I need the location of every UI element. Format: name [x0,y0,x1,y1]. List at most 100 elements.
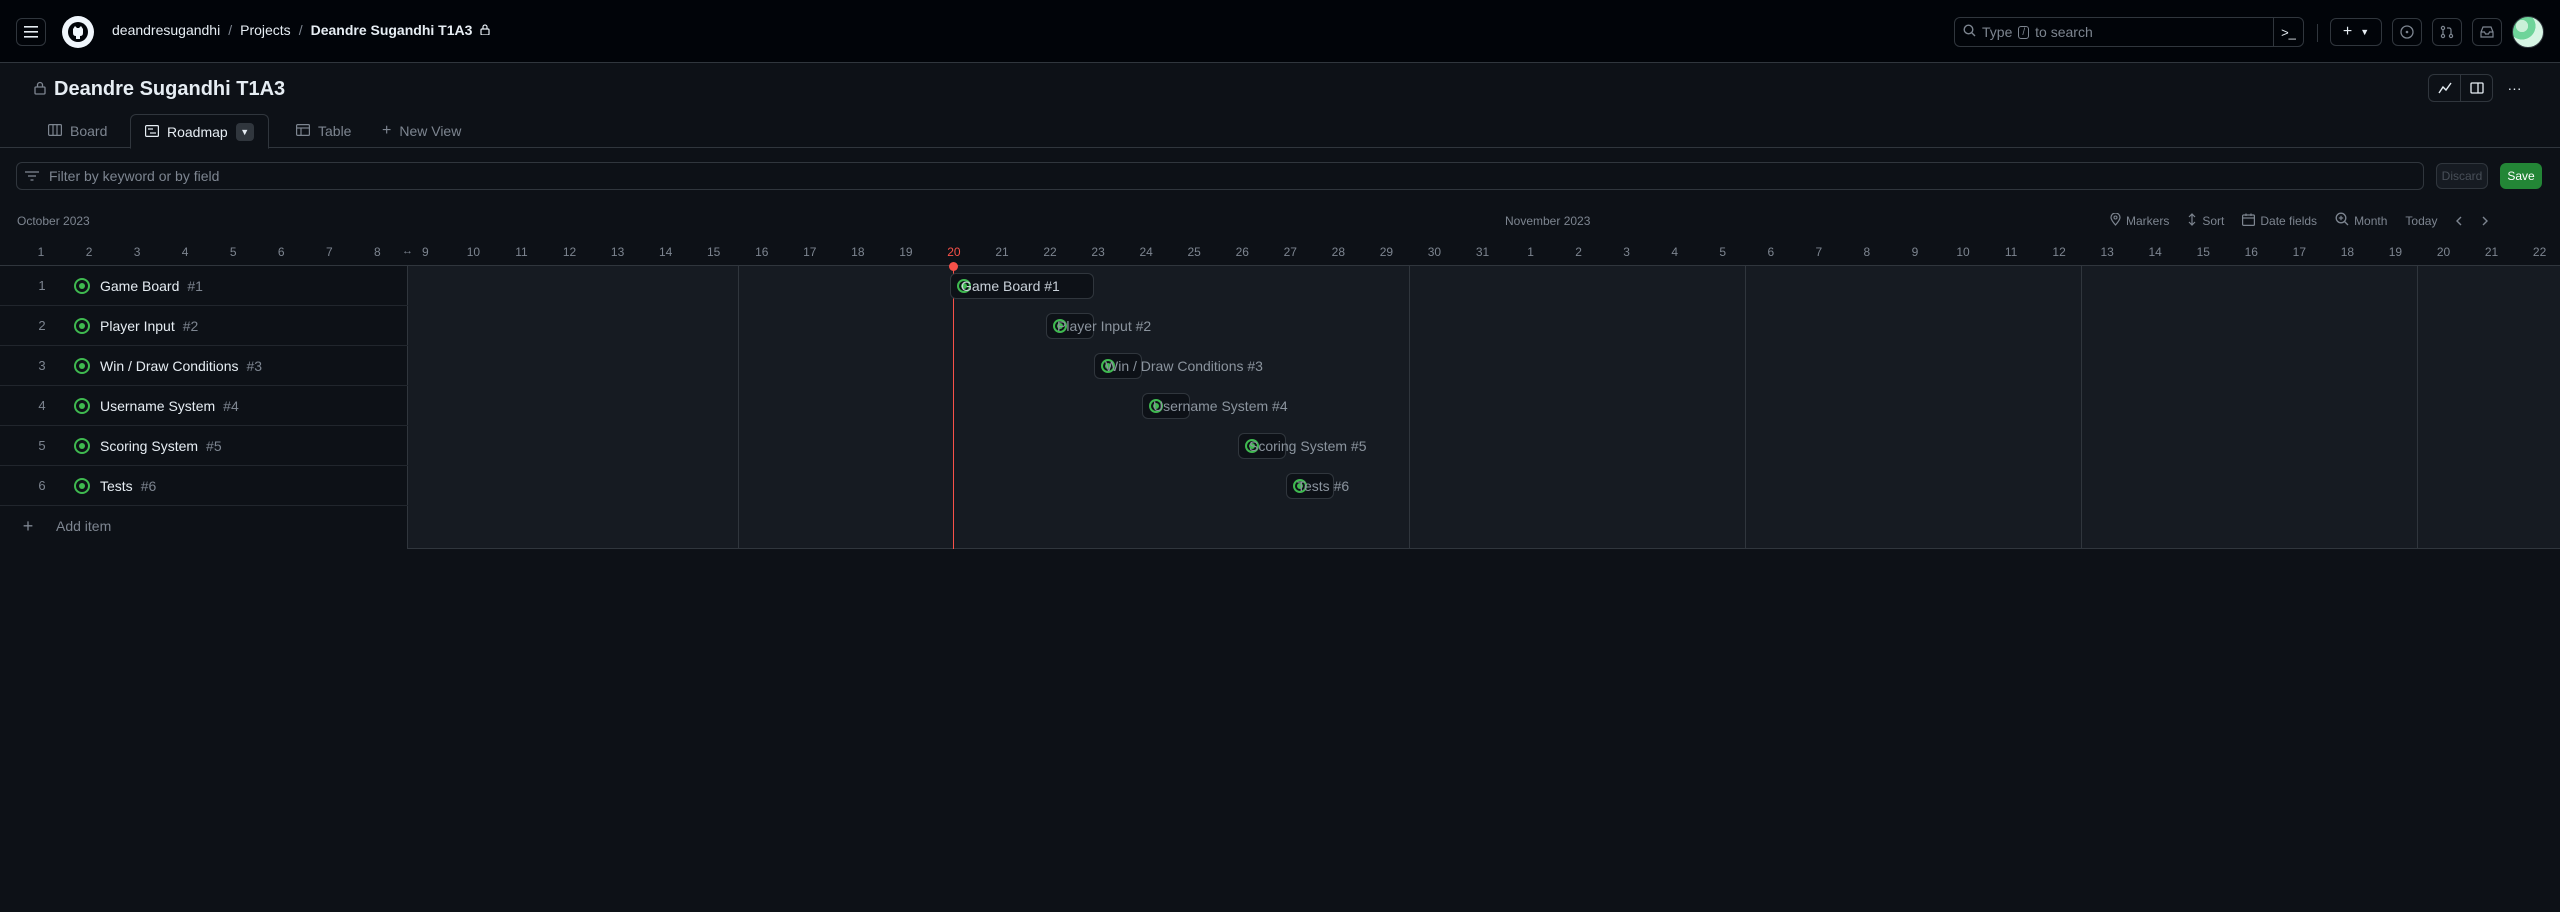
month-separator [1745,266,1746,549]
search-icon [1963,24,1976,40]
zoom-icon [2335,212,2349,229]
resize-handle-icon[interactable]: ↔ [402,245,413,257]
day-label: 13 [2100,245,2114,259]
menu-icon[interactable] [16,18,46,46]
breadcrumb-projects[interactable]: Projects [240,22,291,38]
today-button[interactable]: Today [2405,214,2437,228]
day-label: 22 [2532,245,2547,259]
day-label: 25 [1187,245,1201,259]
more-options-icon[interactable]: ··· [2498,74,2531,102]
list-item[interactable]: 1 Game Board #1 [0,266,408,306]
day-label: 15 [2196,245,2210,259]
markers-label: Markers [2126,213,2170,228]
open-issue-icon [74,477,90,494]
month-label-november: November 2023 [1505,214,1591,228]
discard-button[interactable]: Discard [2436,163,2488,189]
pull-requests-icon[interactable] [2432,18,2462,46]
day-label: 26 [1235,245,1249,259]
item-title[interactable]: Tests [100,478,133,494]
month-separator [738,266,739,549]
inbox-icon[interactable] [2472,18,2502,46]
item-title[interactable]: Win / Draw Conditions [100,358,239,374]
insights-icon[interactable] [2428,74,2461,102]
breadcrumb-owner[interactable]: deandresugandhi [112,22,220,38]
search-input[interactable]: Type / to search >_ [1954,17,2304,47]
roadmap-bar-label: Scoring System #5 [1249,438,1367,454]
item-title[interactable]: Scoring System [100,438,198,454]
tab-new-view[interactable]: + New View [368,114,475,148]
day-label: 24 [1139,245,1153,259]
zoom-month-button[interactable]: Month [2335,212,2387,229]
day-label: 18 [2340,245,2355,259]
avatar[interactable] [2512,16,2544,48]
github-logo-icon[interactable] [62,16,94,48]
breadcrumb-separator: / [298,22,303,38]
day-label: 19 [899,245,913,259]
item-reference: #6 [140,477,157,494]
side-panel-icon[interactable] [2460,74,2493,102]
command-palette-icon[interactable]: >_ [2273,17,2303,47]
item-title[interactable]: Game Board [100,278,179,294]
filter-input[interactable]: Filter by keyword or by field [16,162,2424,190]
today-marker-line [953,266,954,549]
day-label: 14 [658,245,673,259]
day-label: 17 [803,245,817,259]
create-new-button[interactable]: + ▼ [2330,18,2382,46]
day-label: 5 [1719,245,1727,259]
location-pin-icon [2110,211,2121,229]
item-reference: #3 [246,357,263,374]
chevron-left-icon[interactable] [2455,216,2463,226]
save-button[interactable]: Save [2500,163,2542,189]
item-title[interactable]: Username System [100,398,215,414]
day-label: 6 [1767,245,1775,259]
roadmap-bar-label: Player Input #2 [1057,318,1152,334]
breadcrumb-project[interactable]: Deandre Sugandhi T1A3 [311,22,473,38]
month-separator [2081,266,2082,549]
day-label: 1 [37,245,45,259]
day-label: 19 [2388,245,2403,259]
add-item-button[interactable]: + Add item [0,506,408,546]
list-item[interactable]: 2 Player Input #2 [0,306,408,346]
day-label: 8 [374,245,381,259]
tab-roadmap[interactable]: Roadmap ▼ [130,114,269,149]
day-label: 9 [1911,245,1919,259]
filter-icon [25,168,39,184]
tab-board[interactable]: Board [34,114,121,148]
day-label: 10 [1956,245,1970,259]
timeline-day-row: 1 2 3 4 5 6 7 8 9 10 11 12 13 14 15 16 17 18 19 20 21 22 23 24 2… [0,240,2560,266]
chevron-right-icon[interactable] [2481,216,2489,226]
day-label: 28 [1331,245,1346,259]
issues-icon[interactable] [2392,18,2422,46]
tab-table[interactable]: Table [282,114,365,148]
day-label: 27 [1283,245,1297,259]
tab-label: Board [70,123,108,139]
list-item[interactable]: 5 Scoring System #5 [0,426,408,466]
plus-icon: + [382,122,392,139]
item-reference: #2 [182,317,199,334]
list-item[interactable]: 3 Win / Draw Conditions #3 [0,346,408,386]
sort-button[interactable]: Sort [2187,212,2224,229]
day-label: 7 [325,245,333,259]
calendar-icon [2242,213,2256,229]
item-reference: #5 [206,437,222,454]
row-number: 1 [38,278,46,293]
chevron-down-icon[interactable]: ▼ [235,122,254,141]
board-icon [48,123,63,139]
month-separator [2417,266,2418,549]
table-icon [296,123,311,139]
list-item[interactable]: 6 Tests #6 [0,466,408,506]
top-navigation-bar: deandresugandhi / Projects / Deandre Sug… [0,0,2560,63]
date-fields-button[interactable]: Date fields [2242,213,2317,229]
markers-button[interactable]: Markers [2110,211,2170,229]
open-issue-icon [74,397,90,414]
page-title: Deandre Sugandhi T1A3 [54,78,286,100]
search-shortcut-key: / [2018,25,2030,39]
list-item[interactable]: 4 Username System #4 [0,386,408,426]
day-label: 13 [610,245,625,259]
day-label: 21 [995,245,1009,259]
day-label: 11 [515,245,528,259]
item-title[interactable]: Player Input [100,318,175,334]
day-label: 4 [181,245,189,259]
roadmap-icon [145,124,160,140]
open-issue-icon [74,317,90,334]
